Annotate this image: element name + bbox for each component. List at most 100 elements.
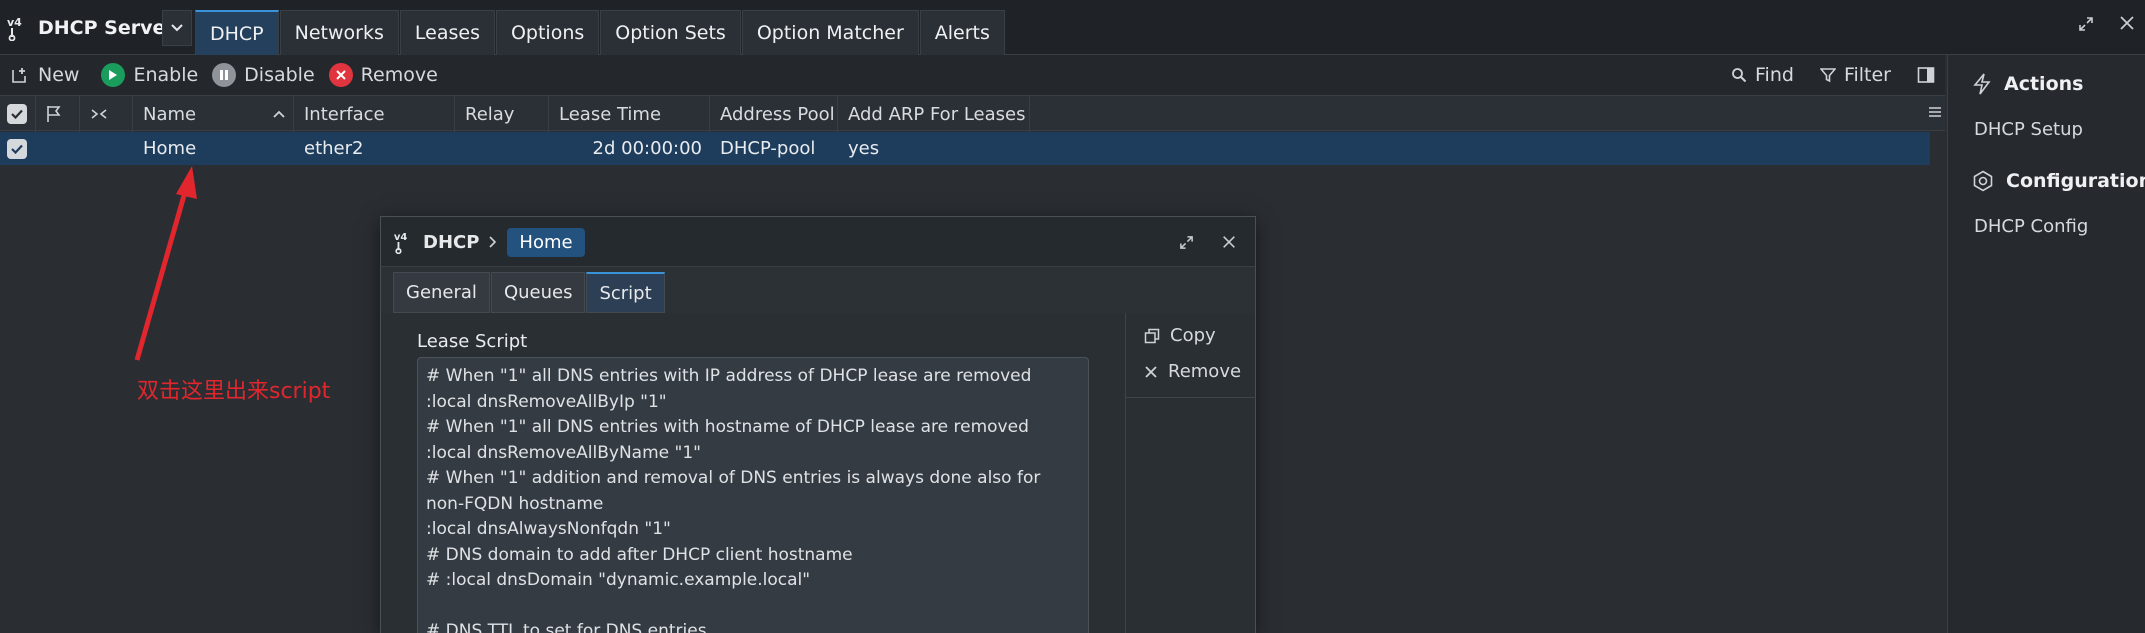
checkbox-icon bbox=[7, 104, 27, 124]
comment-column-header[interactable] bbox=[80, 96, 133, 132]
copy-label: Copy bbox=[1170, 325, 1216, 346]
flag-column-header[interactable] bbox=[36, 96, 80, 132]
new-button[interactable]: New bbox=[10, 64, 79, 86]
script-side-actions: Copy Remove bbox=[1125, 313, 1256, 633]
column-menu-icon[interactable] bbox=[1928, 105, 1942, 119]
column-header-interface[interactable]: Interface bbox=[294, 96, 455, 132]
play-icon bbox=[101, 63, 126, 87]
remove-script-label: Remove bbox=[1168, 361, 1242, 382]
dhcp-dialog: v4 DHCP Home General Queues Script Lease… bbox=[380, 216, 1256, 633]
tab-networks[interactable]: Networks bbox=[279, 10, 399, 55]
configuration-heading: Configuration bbox=[1972, 170, 2145, 192]
table-header: Name Interface Relay Lease Time Address … bbox=[0, 95, 1945, 132]
select-all-checkbox[interactable] bbox=[0, 96, 36, 132]
tab-script[interactable]: Script bbox=[586, 272, 665, 313]
script-line bbox=[426, 594, 1080, 620]
script-line: :local dnsRemoveAllByIp "1" bbox=[426, 391, 667, 412]
actions-heading-label: Actions bbox=[2004, 73, 2084, 95]
svg-text:v4: v4 bbox=[394, 232, 408, 243]
toolbar-right: Find Filter bbox=[1731, 55, 1935, 95]
expand-icon[interactable] bbox=[2078, 16, 2094, 32]
column-header-name-label: Name bbox=[143, 103, 197, 125]
cell-lease-time: 2d 00:00:00 bbox=[592, 138, 702, 159]
breadcrumb[interactable]: Home bbox=[507, 227, 585, 257]
dialog-title-label: DHCP bbox=[423, 231, 480, 253]
script-line: # When "1" all DNS entries with IP addre… bbox=[426, 366, 1032, 386]
panel-toggle-icon[interactable] bbox=[1917, 66, 1935, 84]
flag-icon bbox=[47, 106, 61, 122]
actions-heading: Actions bbox=[1972, 73, 2083, 95]
close-icon[interactable] bbox=[2118, 14, 2136, 32]
tab-dhcp[interactable]: DHCP bbox=[195, 10, 279, 55]
filter-button[interactable]: Filter bbox=[1819, 64, 1891, 86]
cell-name[interactable]: Home bbox=[133, 132, 294, 165]
script-line: :local dnsRemoveAllByName "1" bbox=[426, 442, 701, 463]
search-icon bbox=[1732, 68, 1747, 83]
column-header-address-pool[interactable]: Address Pool bbox=[710, 96, 838, 132]
app-title: v4 DHCP Server bbox=[6, 10, 175, 46]
chevron-down-icon bbox=[171, 24, 183, 32]
toolbar: New Enable Disable Remove Find Filter bbox=[0, 55, 1945, 95]
dialog-title: v4 DHCP Home bbox=[393, 225, 585, 259]
ipv4-icon: v4 bbox=[7, 16, 22, 41]
column-header-name[interactable]: Name bbox=[133, 96, 294, 132]
tab-general[interactable]: General bbox=[393, 272, 490, 313]
lease-script-textarea[interactable]: # When "1" all DNS entries with IP addre… bbox=[417, 357, 1089, 633]
sidebar-item-dhcp-setup[interactable]: DHCP Setup bbox=[1974, 119, 2083, 140]
script-line: # :local dnsDomain "dynamic.example.loca… bbox=[426, 570, 811, 590]
filter-label: Filter bbox=[1843, 64, 1891, 86]
lightning-icon bbox=[1973, 73, 1991, 95]
cell-address-pool: DHCP-pool bbox=[720, 138, 816, 159]
close-icon[interactable] bbox=[1221, 234, 1237, 250]
remove-script-button[interactable]: Remove bbox=[1144, 361, 1241, 382]
filter-icon bbox=[1819, 68, 1836, 83]
script-line: # DNS domain to add after DHCP client ho… bbox=[426, 544, 853, 565]
pause-icon bbox=[212, 63, 237, 87]
script-line: # DNS TTL to set for DNS entries bbox=[426, 621, 707, 633]
close-icon bbox=[1145, 365, 1157, 378]
right-sidebar: Actions DHCP Setup Configuration DHCP Co… bbox=[1947, 55, 2145, 633]
copy-button[interactable]: Copy bbox=[1144, 325, 1216, 346]
tab-option-matcher[interactable]: Option Matcher bbox=[741, 10, 919, 55]
enable-button[interactable]: Enable bbox=[101, 63, 198, 87]
sort-ascending-icon bbox=[273, 110, 285, 118]
find-label: Find bbox=[1755, 64, 1794, 86]
copy-icon bbox=[1144, 328, 1160, 343]
tab-overflow-button[interactable] bbox=[162, 10, 192, 46]
script-line: :local dnsAlwaysNonfqdn "1" bbox=[426, 519, 671, 539]
tab-alerts[interactable]: Alerts bbox=[919, 10, 1005, 55]
remove-button[interactable]: Remove bbox=[328, 63, 438, 87]
cell-relay bbox=[455, 132, 549, 165]
column-header-lease-time[interactable]: Lease Time bbox=[549, 96, 710, 132]
new-label: New bbox=[38, 64, 80, 86]
ipv4-icon: v4 bbox=[394, 232, 408, 254]
disable-label: Disable bbox=[244, 64, 315, 86]
tab-leases[interactable]: Leases bbox=[399, 10, 495, 55]
main-tabs: DHCP Networks Leases Options Option Sets… bbox=[195, 10, 1006, 55]
script-line: # When "1" all DNS entries with hostname… bbox=[426, 417, 1029, 437]
collapse-icon bbox=[91, 109, 107, 119]
cell-interface: ether2 bbox=[304, 138, 364, 159]
script-line: # When "1" addition and removal of DNS e… bbox=[426, 468, 1046, 514]
find-button[interactable]: Find bbox=[1731, 64, 1794, 86]
annotation-text: 双击这里出来script bbox=[137, 379, 331, 404]
chevron-right-icon bbox=[489, 236, 497, 248]
divider bbox=[1126, 397, 1256, 398]
svg-text:v4: v4 bbox=[7, 16, 22, 29]
configuration-heading-label: Configuration bbox=[2006, 170, 2145, 192]
tab-option-sets[interactable]: Option Sets bbox=[600, 10, 741, 55]
checkbox-icon bbox=[7, 138, 27, 159]
dialog-body: Lease Script # When "1" all DNS entries … bbox=[381, 313, 1256, 633]
tab-queues[interactable]: Queues bbox=[490, 272, 586, 313]
remove-icon bbox=[328, 63, 353, 87]
column-header-add-arp[interactable]: Add ARP For Leases bbox=[838, 96, 1030, 132]
row-checkbox[interactable] bbox=[0, 132, 36, 165]
disable-button[interactable]: Disable bbox=[212, 63, 315, 87]
enable-label: Enable bbox=[133, 64, 199, 86]
column-header-relay[interactable]: Relay bbox=[455, 96, 549, 132]
sidebar-item-dhcp-config[interactable]: DHCP Config bbox=[1974, 216, 2088, 237]
expand-icon[interactable] bbox=[1179, 235, 1194, 250]
dialog-header: v4 DHCP Home bbox=[381, 217, 1255, 267]
table-row[interactable]: Home ether2 2d 00:00:00 DHCP-pool yes bbox=[0, 132, 1930, 165]
tab-options[interactable]: Options bbox=[495, 10, 600, 55]
